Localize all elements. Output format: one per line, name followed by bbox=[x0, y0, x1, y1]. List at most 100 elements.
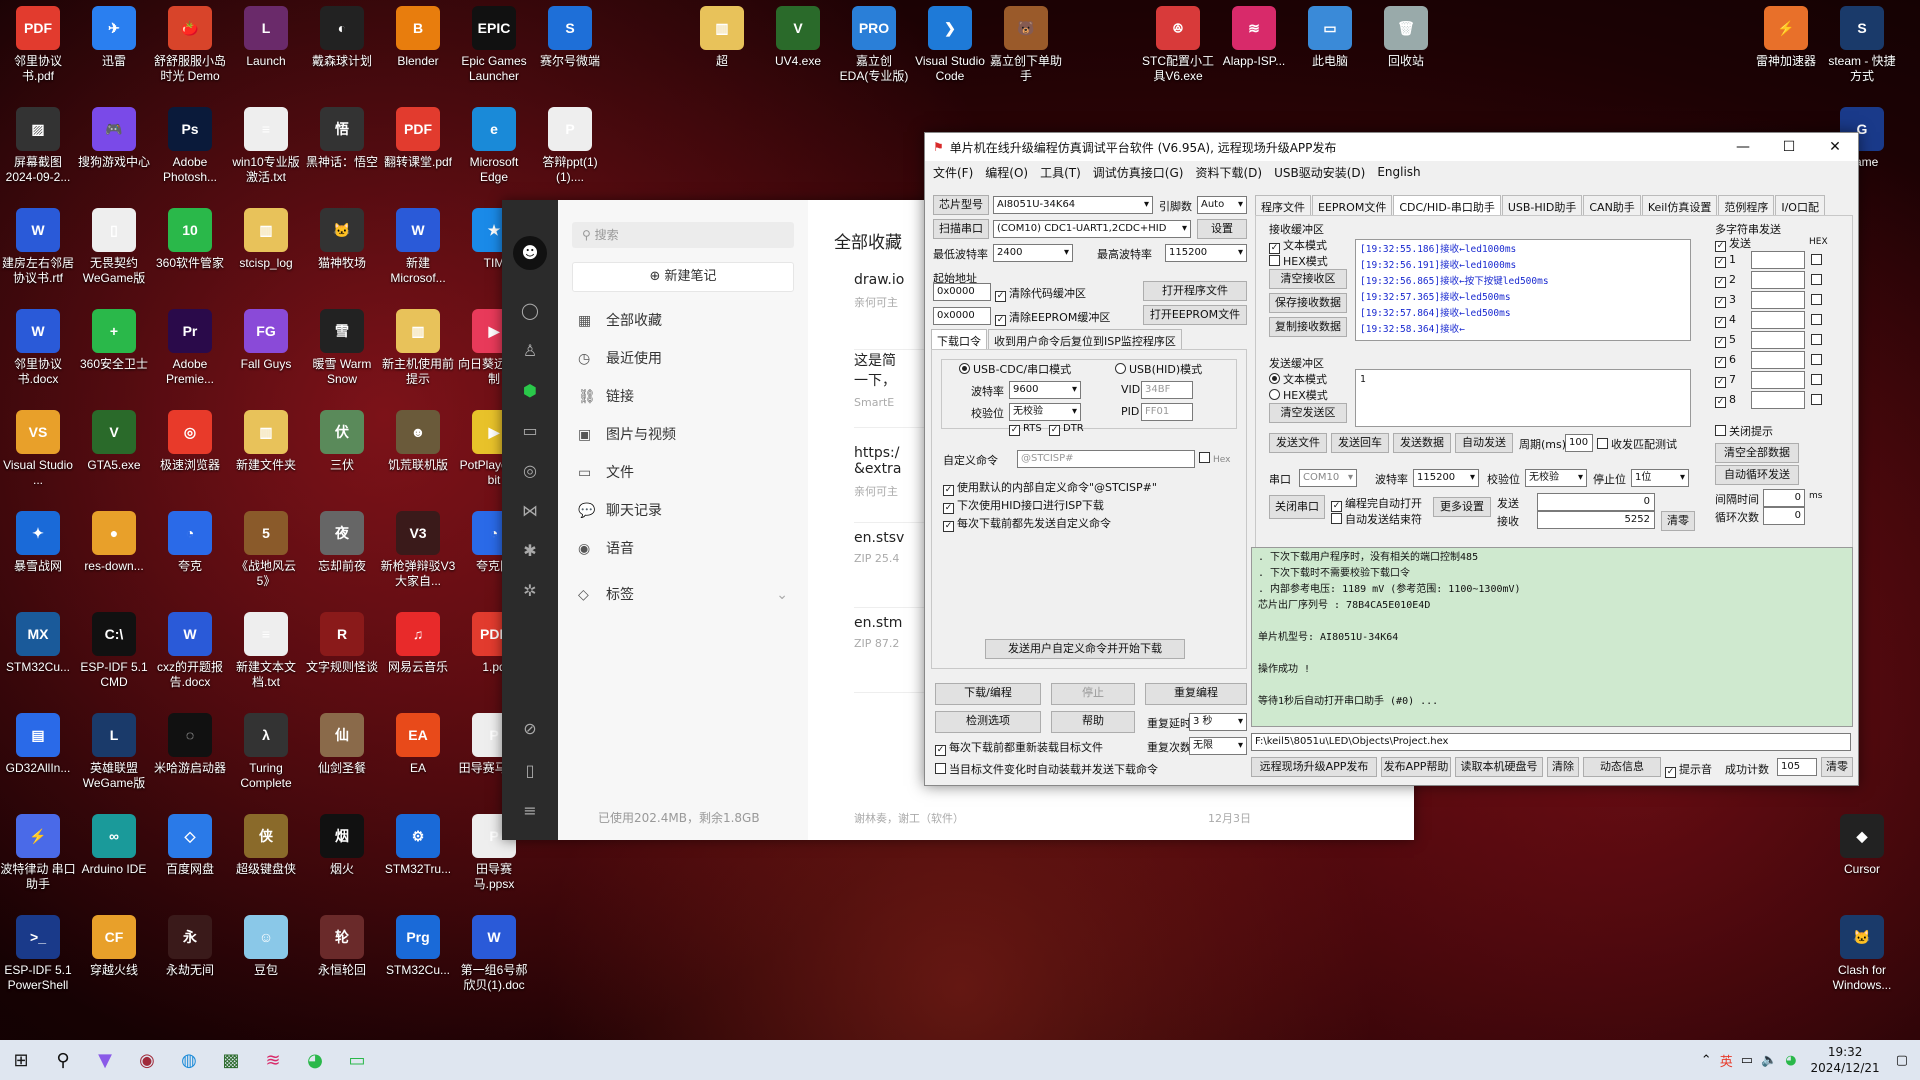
desktop-icon[interactable]: e Microsoft Edge bbox=[456, 103, 532, 185]
baud-select[interactable]: 9600 bbox=[1009, 381, 1081, 399]
pid-input[interactable]: FF01 bbox=[1141, 403, 1193, 421]
desktop-icon[interactable]: ⚡ 波特律动 串口助手 bbox=[0, 810, 76, 892]
auto-loop-button[interactable]: 自动循环发送 bbox=[1715, 465, 1799, 485]
bottom-button[interactable]: 动态信息 bbox=[1583, 757, 1661, 777]
sidebar-item[interactable]: ◉ 语音 bbox=[558, 530, 808, 568]
vivaldi-icon[interactable]: ▼ bbox=[87, 1042, 123, 1078]
custom-command-input[interactable]: @STCISP# bbox=[1017, 450, 1195, 468]
desktop-icon[interactable]: 夜忘却前夜 bbox=[304, 507, 380, 574]
phone-icon[interactable]: ▯ bbox=[519, 760, 541, 782]
copy-receive-button[interactable]: 复制接收数据 bbox=[1269, 317, 1347, 337]
send-text-mode-radio[interactable]: 文本模式 bbox=[1269, 371, 1327, 387]
sidebar-item[interactable]: ◷ 最近使用 bbox=[558, 340, 808, 378]
multi-hex-checkbox[interactable] bbox=[1811, 254, 1822, 265]
desktop-icon[interactable]: Pr Adobe Premie... bbox=[152, 305, 228, 387]
clear-success-button[interactable]: 清零 bbox=[1821, 757, 1853, 777]
parity2-select[interactable]: 无校验 bbox=[1525, 469, 1587, 487]
desktop-icon[interactable]: Prg STM32Cu... bbox=[380, 911, 456, 978]
desktop-icon[interactable]: Wcxz的开题报告.docx bbox=[152, 608, 228, 690]
wechat-icon[interactable]: ◕ bbox=[297, 1042, 333, 1078]
menu-item[interactable]: 资料下载(D) bbox=[1195, 164, 1262, 181]
desktop-icon[interactable]: ◎ 极速浏览器 bbox=[152, 406, 228, 473]
favorites-icon[interactable]: ⬢ bbox=[519, 380, 541, 402]
volume-icon[interactable]: 🔈 bbox=[1761, 1053, 1777, 1068]
menu-icon[interactable]: ≡ bbox=[519, 800, 541, 822]
more-settings-button[interactable]: 更多设置 bbox=[1433, 497, 1491, 517]
desktop-icon[interactable]: ◌ 米哈游启动器 bbox=[152, 709, 228, 776]
eeprom-address-input[interactable]: 0x0000 bbox=[933, 307, 991, 325]
multi-hex-checkbox[interactable] bbox=[1811, 354, 1822, 365]
multi-send-checkbox[interactable]: ✓ 4 bbox=[1715, 313, 1736, 328]
clear-count-button[interactable]: 清零 bbox=[1661, 511, 1695, 531]
desktop-icon[interactable]: ♫ 网易云音乐 bbox=[380, 608, 456, 675]
clear-all-button[interactable]: 清空全部数据 bbox=[1715, 443, 1799, 463]
multi-hex-checkbox[interactable] bbox=[1811, 294, 1822, 305]
desktop-icon[interactable]: ⚡ 雷神加速器 bbox=[1748, 2, 1824, 69]
desktop-icon[interactable]: FG Fall Guys bbox=[228, 305, 304, 372]
send-hex-mode-radio[interactable]: HEX模式 bbox=[1269, 387, 1328, 403]
desktop-icon[interactable]: ◇ 百度网盘 bbox=[152, 810, 228, 877]
multi-send-checkbox[interactable]: ✓ 7 bbox=[1715, 373, 1736, 388]
desktop-icon[interactable]: V UV4.exe bbox=[760, 2, 836, 69]
desktop-icon[interactable]: ▥ 新主机使用前提示 bbox=[380, 305, 456, 387]
new-note-button[interactable]: ⊕ 新建笔记 bbox=[572, 262, 794, 292]
help-button[interactable]: 帮助 bbox=[1051, 711, 1135, 733]
multi-string-input[interactable] bbox=[1751, 391, 1805, 409]
ime-icon[interactable]: 英 bbox=[1720, 1051, 1733, 1070]
notification-icon[interactable]: ▢ bbox=[1896, 1053, 1908, 1068]
file-path-input[interactable]: F:\keil5\8051u\LED\Objects\Project.hex bbox=[1251, 733, 1851, 751]
repeat-count-select[interactable]: 无限 bbox=[1189, 737, 1247, 755]
port-select-2[interactable]: COM10 bbox=[1299, 469, 1357, 487]
multi-string-input[interactable] bbox=[1751, 331, 1805, 349]
hex-checkbox[interactable]: Hex bbox=[1199, 452, 1230, 465]
open-eeprom-button[interactable]: 打开EEPROM文件 bbox=[1143, 305, 1247, 325]
bottom-button[interactable]: 发布APP帮助 bbox=[1381, 757, 1451, 777]
desktop-icon[interactable]: ◔ 夸克 bbox=[152, 507, 228, 574]
folder-icon[interactable]: ▭ bbox=[519, 420, 541, 442]
game-icon[interactable]: ◉ bbox=[129, 1042, 165, 1078]
desktop-icon[interactable]: ▨ 屏幕截图 2024-09-2... bbox=[0, 103, 76, 185]
sidebar-item[interactable]: ⛓ 链接 bbox=[558, 378, 808, 416]
desktop-icon[interactable]: +360安全卫士 bbox=[76, 305, 152, 372]
moments-icon[interactable]: ◎ bbox=[519, 460, 541, 482]
search-icon[interactable]: ⚲ bbox=[45, 1042, 81, 1078]
auto-open-checkbox[interactable]: ✓ 编程完自动打开 bbox=[1331, 495, 1422, 512]
multi-hex-checkbox[interactable] bbox=[1811, 394, 1822, 405]
clear-code-checkbox[interactable]: ✓ 清除代码缓冲区 bbox=[995, 285, 1086, 302]
edge-icon[interactable]: ◍ bbox=[171, 1042, 207, 1078]
sidebar-item[interactable]: ▭ 文件 bbox=[558, 454, 808, 492]
send-input[interactable]: 1 bbox=[1355, 369, 1691, 427]
avatar[interactable]: ☻ bbox=[513, 236, 547, 270]
recv-hex-mode-radio[interactable]: HEX模式 bbox=[1269, 253, 1328, 269]
desktop-icon[interactable]: ∞ Arduino IDE bbox=[76, 810, 152, 877]
recv-text-mode-radio[interactable]: ✓ 文本模式 bbox=[1269, 237, 1327, 254]
desktop-icon[interactable]: B Blender bbox=[380, 2, 456, 69]
multi-string-input[interactable] bbox=[1751, 351, 1805, 369]
mini-program-icon[interactable]: ✲ bbox=[519, 580, 541, 602]
repeat-program-button[interactable]: 重复编程 bbox=[1145, 683, 1247, 705]
menu-item[interactable]: 文件(F) bbox=[933, 164, 973, 181]
desktop-icon[interactable]: ▥ stcisp_log bbox=[228, 204, 304, 271]
desktop-icon[interactable]: P 答辩ppt(1)(1).... bbox=[532, 103, 608, 185]
clear-send-button[interactable]: 清空发送区 bbox=[1269, 403, 1347, 423]
desktop-icon[interactable]: ≋ Alapp-ISP... bbox=[1216, 2, 1292, 69]
clear-receive-button[interactable]: 清空接收区 bbox=[1269, 269, 1347, 289]
desktop-icon[interactable]: ◐ 戴森球计划 bbox=[304, 2, 380, 69]
hid-next-checkbox[interactable]: ✓ 下次使用HID接口进行ISP下载 bbox=[943, 497, 1104, 514]
tags-item[interactable]: ◇ 标签 ⌄ bbox=[558, 576, 808, 614]
stop-button[interactable]: 停止 bbox=[1051, 683, 1135, 705]
desktop-icon[interactable]: R 文字规则怪谈 bbox=[304, 608, 380, 675]
desktop-icon[interactable]: L 英雄联盟 WeGame版 bbox=[76, 709, 152, 791]
send-cr-button[interactable]: 发送回车 bbox=[1331, 433, 1389, 453]
multi-send-checkbox[interactable]: ✓ 6 bbox=[1715, 353, 1736, 368]
menu-item[interactable]: English bbox=[1377, 165, 1420, 179]
usb-hid-radio[interactable]: USB(HID)模式 bbox=[1115, 361, 1202, 377]
desktop-icon[interactable]: ▥ 超 bbox=[684, 2, 760, 69]
channels-icon[interactable]: ⋈ bbox=[519, 500, 541, 522]
auto-send-button[interactable]: 自动发送 bbox=[1455, 433, 1513, 453]
desktop-icon[interactable]: ▤ GD32AllIn... bbox=[0, 709, 76, 776]
wechat-tray-icon[interactable]: ◕ bbox=[1785, 1053, 1796, 1068]
auto-load-checkbox[interactable]: 当目标文件变化时自动装载并发送下载命令 bbox=[935, 761, 1158, 777]
info-output[interactable]: . 下次下载用户程序时，没有相关的端口控制485 . 下次下载时不需要校验下载口令… bbox=[1251, 547, 1853, 727]
desktop-icon[interactable]: ☻ 饥荒联机版 bbox=[380, 406, 456, 473]
